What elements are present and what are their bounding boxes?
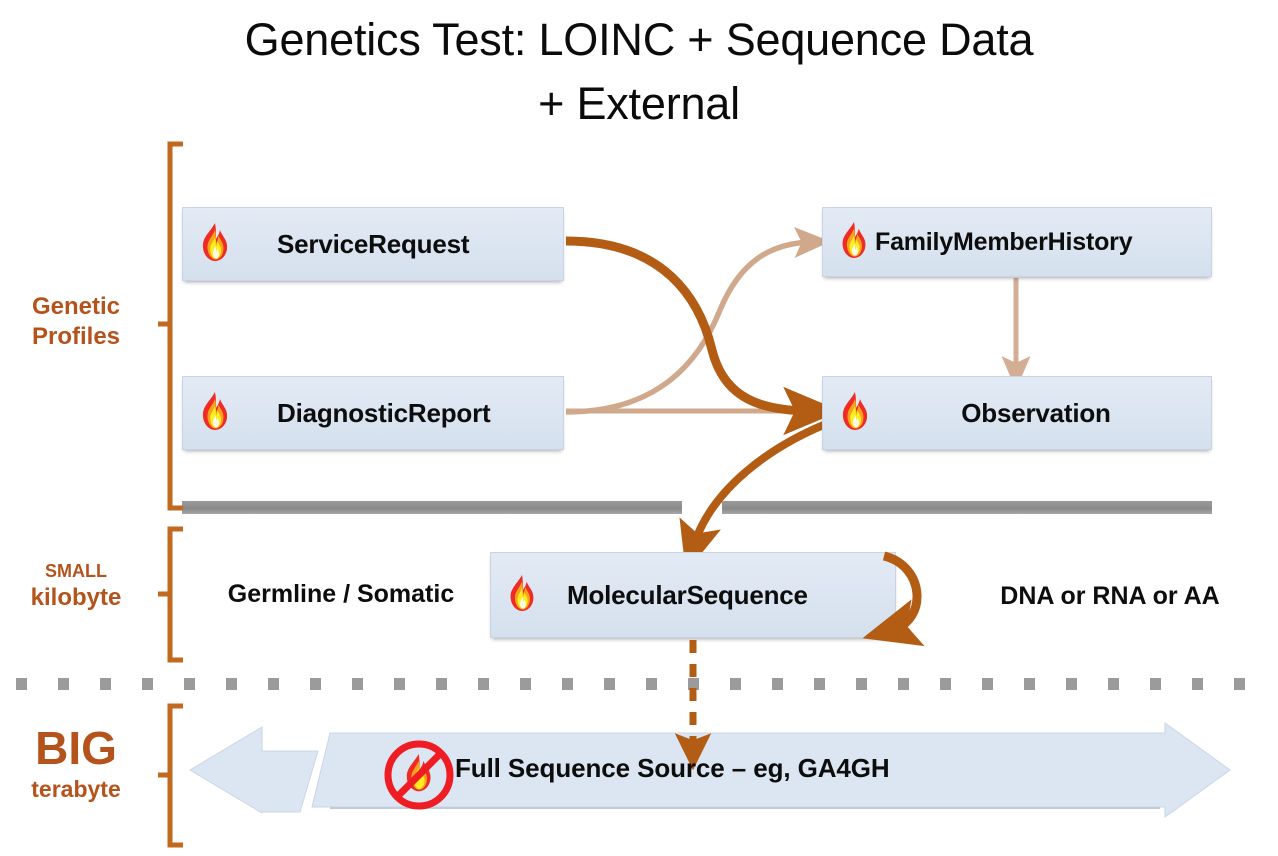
bottom-band-label: Full Sequence Source – eg, GA4GH [455, 753, 890, 783]
connector-molecularsequence-self-loop [862, 551, 925, 647]
annotation-dna-rna-aa: DNA or RNA or AA [1000, 582, 1220, 610]
section-label-line-1: BIG [35, 722, 117, 774]
section-label-line-1: Genetic [31, 293, 121, 320]
no-fhir-prohibition-icon [381, 737, 457, 818]
section-label-small-kilobyte: SMALL kilobyte [0, 560, 152, 613]
section-label-line-2: kilobyte [30, 583, 122, 611]
page-title-line-1: Genetics Test: LOINC + Sequence Data [244, 14, 1034, 65]
section-label-line-2: terabyte [31, 776, 121, 802]
annotation-germline-somatic: Germline / Somatic [227, 580, 455, 608]
section-label-line-2: Profiles [31, 323, 121, 351]
page-title-line-2: + External [538, 77, 740, 129]
section-label-line-1: SMALL [45, 561, 107, 581]
section-label-genetic-profiles: Genetic Profiles [0, 292, 152, 352]
page-title: Genetics Test: LOINC + Sequence Data + E… [0, 8, 1278, 136]
section-label-big-terabyte: BIG terabyte [0, 725, 152, 804]
diagram-canvas: Genetics Test: LOINC + Sequence Data + E… [0, 0, 1278, 856]
